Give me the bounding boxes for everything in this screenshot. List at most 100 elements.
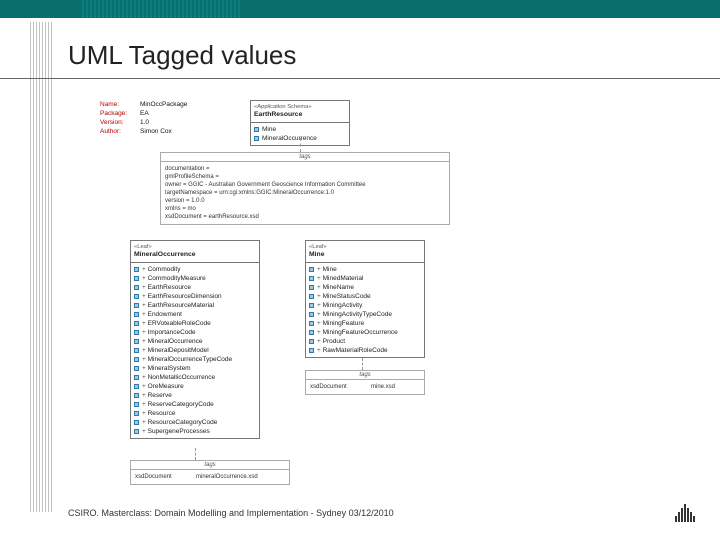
class-attribute-label: CommodityMeasure [142,274,206,283]
class-icon [134,411,139,416]
tags-note-header: tags [161,153,449,162]
class-mine: «Leaf» Mine MineMinedMaterialMineNameMin… [305,240,425,358]
class-attribute-label: Product [317,337,345,346]
package-item: Mine [254,125,346,134]
class-attribute-label: NonMetallicOccurrence [142,373,215,382]
class-attribute-row: MiningActivityTypeCode [309,310,421,319]
class-attribute-row: MineralOccurrenceTypeCode [134,355,256,364]
slide-top-bar [0,0,720,18]
class-attribute-row: ReserveCategoryCode [134,400,256,409]
tag-line: gmlProfileSchema = [165,173,445,181]
class-icon [134,429,139,434]
package-stereotype: «Application Schema» [254,103,346,111]
class-icon [254,136,259,141]
class-attribute-row: MiningActivity [309,301,421,310]
class-attribute-label: ImportanceCode [142,328,196,337]
tag-line: documentation = [165,165,445,173]
class-attribute-row: CommodityMeasure [134,274,256,283]
slide-title: UML Tagged values [68,40,296,71]
class-attribute-label: EarthResourceMaterial [142,301,214,310]
class-attribute-row: Commodity [134,265,256,274]
class-attribute-row: MineStatusCode [309,292,421,301]
class-attribute-row: Reserve [134,391,256,400]
class-icon [134,312,139,317]
class-attribute-label: Mine [317,265,337,274]
uml-canvas: Name:MinOccPackage Package:EA Version:1.… [100,100,530,500]
class-attribute-label: EarthResourceDimension [142,292,222,301]
class-attribute-row: MineralSystem [134,364,256,373]
class-attribute-row: Product [309,337,421,346]
tag-key: xsdDocument [135,473,190,481]
class-icon [309,294,314,299]
class-icon [134,321,139,326]
connector-line [300,138,301,152]
tag-line: owner = GGIC - Australian Government Geo… [165,181,445,189]
class-attribute-row: MineralOccurrence [134,337,256,346]
class-attribute-row: MineName [309,283,421,292]
class-icon [309,312,314,317]
class-name: MineralOccurrence [134,251,256,259]
class-stereotype: «Leaf» [309,243,421,251]
class-attribute-row: MineralDepositModel [134,346,256,355]
class-icon [254,127,259,132]
class-icon [309,339,314,344]
class-attribute-row: EarthResourceMaterial [134,301,256,310]
class-attribute-row: SupergeneProcesses [134,427,256,436]
class-attribute-label: ReserveCategoryCode [142,400,214,409]
title-underline [0,78,720,79]
tag-line: xmlns = mo [165,205,445,213]
class-icon [134,375,139,380]
class-icon [134,285,139,290]
meta-author-val: Simon Cox [140,128,172,135]
class-attribute-label: Endowment [142,310,182,319]
class-attribute-row: ResourceCategoryCode [134,418,256,427]
mine-tags-note: tags xsdDocument mine.xsd [305,370,425,395]
meta-version-val: 1.0 [140,119,149,126]
tag-line: version = 1.0.0 [165,197,445,205]
tag-line: targetNamespace = urn:cgi:xmlns:GGIC:Min… [165,189,445,197]
meta-version-key: Version: [100,118,140,127]
class-name: Mine [309,251,421,259]
class-attribute-label: MineralOccurrenceTypeCode [142,355,232,364]
slide-footer: CSIRO. Masterclass: Domain Modelling and… [68,508,394,518]
class-attribute-row: Mine [309,265,421,274]
meta-package-key: Package: [100,109,140,118]
class-icon [134,294,139,299]
tag-val: mine.xsd [371,383,395,391]
class-attribute-row: OreMeasure [134,382,256,391]
class-mineral-occurrence: «Leaf» MineralOccurrence CommodityCommod… [130,240,260,439]
class-attribute-row: Resource [134,409,256,418]
package-item-label: Mine [262,125,276,134]
class-icon [134,267,139,272]
class-attribute-label: Reserve [142,391,172,400]
meta-author-key: Author: [100,127,140,136]
class-attribute-label: MineralSystem [142,364,191,373]
class-icon [309,321,314,326]
class-attribute-label: ERVoteableRoleCode [142,319,211,328]
class-attribute-label: SupergeneProcesses [142,427,210,436]
class-attribute-label: MineralDepositModel [142,346,209,355]
meta-name-key: Name: [100,100,140,109]
package-item-label: MineralOccurrence [262,134,317,143]
package-tags-note: tags documentation = gmlProfileSchema = … [160,152,450,225]
class-attribute-row: EarthResource [134,283,256,292]
connector-line [362,358,363,370]
class-attribute-label: Commodity [142,265,180,274]
class-icon [309,330,314,335]
class-attribute-row: NonMetallicOccurrence [134,373,256,382]
class-attribute-row: MiningFeature [309,319,421,328]
top-bar-texture [80,0,240,18]
tag-key: xsdDocument [310,383,365,391]
class-attribute-row: RawMaterialRoleCode [309,346,421,355]
class-icon [134,420,139,425]
class-icon [309,276,314,281]
class-icon [134,330,139,335]
class-attribute-row: MiningFeatureOccurrence [309,328,421,337]
class-icon [134,339,139,344]
class-attribute-label: MiningFeature [317,319,364,328]
class-icon [309,348,314,353]
class-attribute-row: EarthResourceDimension [134,292,256,301]
csiro-logo-icon [674,500,696,522]
meta-package-val: EA [140,110,149,117]
class-attribute-row: ERVoteableRoleCode [134,319,256,328]
